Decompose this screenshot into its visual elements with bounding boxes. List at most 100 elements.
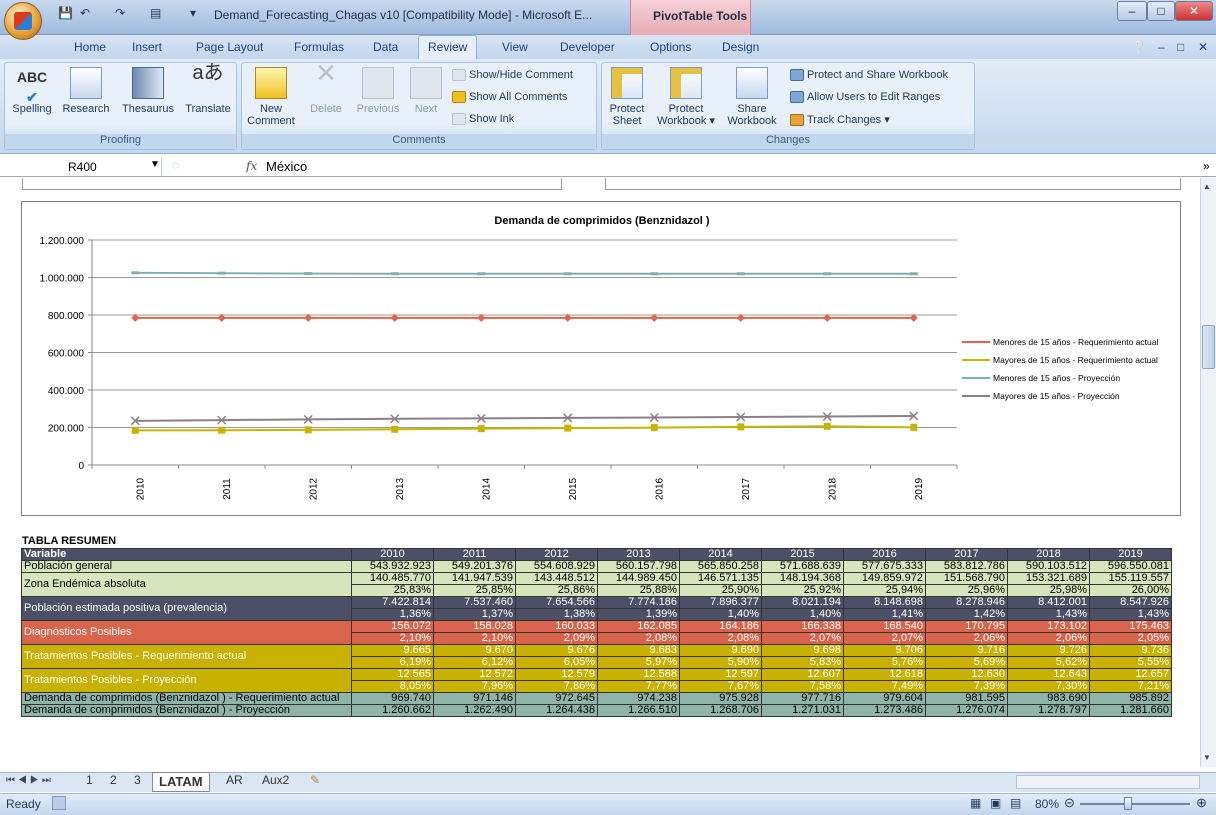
cell[interactable]: 5,90% xyxy=(679,656,762,669)
cell[interactable]: 25,85% xyxy=(433,584,516,597)
cell[interactable]: 9.683 xyxy=(597,644,680,657)
cell[interactable]: 1.276.074 xyxy=(925,704,1008,717)
office-button[interactable] xyxy=(4,2,42,40)
cell[interactable]: 148.194.368 xyxy=(761,572,844,585)
cell[interactable]: 975.928 xyxy=(679,692,762,705)
cell[interactable]: 7.422.814 xyxy=(351,596,434,609)
minimize-button[interactable]: – xyxy=(1117,1,1147,21)
cell[interactable]: 7,86% xyxy=(515,680,598,693)
demand-chart[interactable]: Demanda de comprimidos (Benznidazol ) 02… xyxy=(21,201,1181,516)
cell[interactable]: 9.726 xyxy=(1007,644,1090,657)
header-year[interactable]: 2018 xyxy=(1007,548,1090,561)
header-year[interactable]: 2011 xyxy=(433,548,516,561)
header-variable[interactable]: Variable xyxy=(21,548,352,561)
cell[interactable]: 577.675.333 xyxy=(843,560,926,573)
cell[interactable]: 571.688.639 xyxy=(761,560,844,573)
cell[interactable]: 5,55% xyxy=(1089,656,1172,669)
cell[interactable]: 7,30% xyxy=(1007,680,1090,693)
cell[interactable]: 985.892 xyxy=(1089,692,1172,705)
cell[interactable]: 7.537.460 xyxy=(433,596,516,609)
cell[interactable]: 565.850.258 xyxy=(679,560,762,573)
cell[interactable]: 2,07% xyxy=(843,632,926,645)
protect-sheet-button[interactable]: Protect Sheet xyxy=(604,67,650,127)
insert-function-icon[interactable]: fx xyxy=(246,159,257,173)
cell[interactable]: 8.021.194 xyxy=(761,596,844,609)
zoom-slider[interactable] xyxy=(1080,803,1190,805)
cell[interactable]: 2,10% xyxy=(351,632,434,645)
cell[interactable]: 8.412.001 xyxy=(1007,596,1090,609)
cell[interactable]: 153.321.689 xyxy=(1007,572,1090,585)
cell[interactable]: 1.278.797 xyxy=(1007,704,1090,717)
formula-input[interactable]: México xyxy=(266,159,307,174)
show-ink-button[interactable]: Show Ink xyxy=(452,113,514,126)
cell[interactable]: 590.103.512 xyxy=(1007,560,1090,573)
cell[interactable]: 25,98% xyxy=(1007,584,1090,597)
zoom-out-icon[interactable]: ⊝ xyxy=(1064,795,1075,811)
cell[interactable]: 6,19% xyxy=(351,656,434,669)
cell[interactable]: 144.989.450 xyxy=(597,572,680,585)
cell[interactable]: 8.148.698 xyxy=(843,596,926,609)
cell[interactable]: 141.947.539 xyxy=(433,572,516,585)
name-box[interactable]: R400 xyxy=(0,158,162,176)
cell[interactable]: 7,77% xyxy=(597,680,680,693)
name-box-dropdown-icon[interactable]: ▼ xyxy=(150,159,160,170)
page-break-view-icon[interactable]: ▤ xyxy=(1010,796,1021,810)
maximize-button[interactable]: □ xyxy=(1147,1,1175,21)
cell[interactable]: 9.690 xyxy=(679,644,762,657)
cell[interactable]: 151.568.790 xyxy=(925,572,1008,585)
cell[interactable]: 12.597 xyxy=(679,668,762,681)
cell[interactable]: 543.932.923 xyxy=(351,560,434,573)
protect-and-share-button[interactable]: Protect and Share Workbook xyxy=(790,69,948,82)
cell[interactable]: 12.643 xyxy=(1007,668,1090,681)
cell[interactable]: 974.238 xyxy=(597,692,680,705)
insert-sheet-icon[interactable]: ✎ xyxy=(310,773,320,787)
ribbon-minimize-icon[interactable]: – xyxy=(1158,40,1165,54)
cell[interactable]: 158.028 xyxy=(433,620,516,633)
cell[interactable]: 9.706 xyxy=(843,644,926,657)
header-year[interactable]: 2016 xyxy=(843,548,926,561)
close-button[interactable]: ✕ xyxy=(1175,1,1213,21)
macro-record-icon[interactable] xyxy=(52,796,66,810)
sheet-nav-icon[interactable]: ⏮◀▶⏭ xyxy=(6,775,54,786)
new-comment-button[interactable]: New Comment xyxy=(246,67,296,127)
cell[interactable]: 554.608.929 xyxy=(515,560,598,573)
track-changes-button[interactable]: Track Changes ▾ xyxy=(790,113,890,127)
cell[interactable]: 1,41% xyxy=(843,608,926,621)
cell[interactable]: 7,67% xyxy=(679,680,762,693)
cell[interactable]: 9.665 xyxy=(351,644,434,657)
cell[interactable]: 25,90% xyxy=(679,584,762,597)
zoom-level[interactable]: 80% xyxy=(1035,797,1059,811)
sheet-tab-2[interactable]: 2 xyxy=(110,773,117,787)
cell[interactable]: 6,05% xyxy=(515,656,598,669)
undo-icon[interactable]: ↶ xyxy=(80,6,90,22)
show-hide-comment-button[interactable]: Show/Hide Comment xyxy=(452,69,573,82)
cell[interactable]: 1,38% xyxy=(515,608,598,621)
cell[interactable]: 2,08% xyxy=(679,632,762,645)
cell[interactable]: 164.186 xyxy=(679,620,762,633)
scroll-up-icon[interactable]: ▲ xyxy=(1203,182,1211,191)
cell[interactable]: 160.033 xyxy=(515,620,598,633)
cell[interactable]: 7,96% xyxy=(433,680,516,693)
cell[interactable]: 12.579 xyxy=(515,668,598,681)
cell[interactable]: 1,40% xyxy=(761,608,844,621)
help-icon[interactable]: ❔ xyxy=(1132,40,1147,54)
header-year[interactable]: 2014 xyxy=(679,548,762,561)
cell[interactable]: 2,06% xyxy=(925,632,1008,645)
cell[interactable]: 9.698 xyxy=(761,644,844,657)
cell[interactable]: 170.795 xyxy=(925,620,1008,633)
header-year[interactable]: 2013 xyxy=(597,548,680,561)
cell[interactable]: 971.146 xyxy=(433,692,516,705)
cell[interactable]: 1,36% xyxy=(351,608,434,621)
row-label[interactable]: Tratamientos Posibles - Requerimiento ac… xyxy=(21,644,352,669)
cell[interactable]: 969.740 xyxy=(351,692,434,705)
row-label[interactable]: Demanda de comprimidos (Benznidazol ) - … xyxy=(21,704,352,717)
row-label[interactable]: Zona Endémica absoluta xyxy=(21,572,352,597)
tab-review[interactable]: Review xyxy=(418,35,478,60)
cell[interactable]: 12.572 xyxy=(433,668,516,681)
vertical-scrollbar[interactable]: ▲ ▼ xyxy=(1200,178,1216,767)
cell[interactable]: 166.338 xyxy=(761,620,844,633)
cell[interactable]: 5,83% xyxy=(761,656,844,669)
tab-formulas[interactable]: Formulas xyxy=(294,40,344,54)
cell[interactable]: 12.565 xyxy=(351,668,434,681)
cell[interactable]: 972.645 xyxy=(515,692,598,705)
